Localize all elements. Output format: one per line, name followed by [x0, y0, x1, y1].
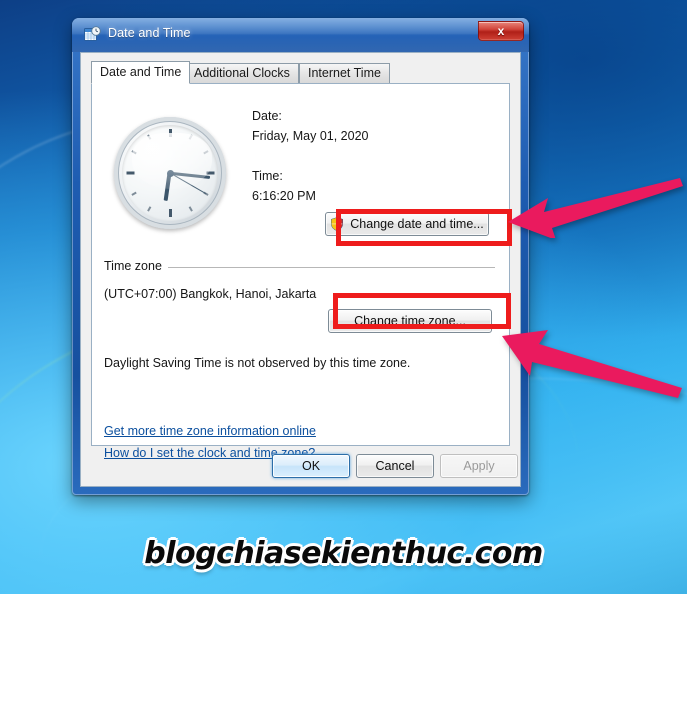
clock-tick: [203, 150, 209, 155]
daylight-saving-note: Daylight Saving Time is not observed by …: [104, 356, 411, 370]
dialog-client-area: Date and Time Additional Clocks Internet…: [80, 52, 521, 487]
site-watermark: blogchiasekienthuc.com: [144, 536, 543, 571]
time-label: Time:: [252, 169, 283, 183]
clock-tick: [188, 206, 193, 212]
clock-tick: [126, 171, 134, 175]
title-bar[interactable]: Date and Time x: [72, 18, 529, 52]
time-zone-value: (UTC+07:00) Bangkok, Hanoi, Jakarta: [104, 287, 317, 301]
change-time-zone-button[interactable]: Change time zone...: [328, 309, 492, 333]
close-icon: x: [497, 24, 505, 38]
tab-strip: Date and Time Additional Clocks Internet…: [91, 61, 510, 84]
clock-tick: [168, 209, 172, 217]
cancel-button[interactable]: Cancel: [356, 454, 434, 478]
analog-clock: [114, 117, 226, 229]
date-and-time-dialog: Date and Time x Date and Time Additional…: [72, 18, 529, 495]
change-date-and-time-button[interactable]: Change date and time...: [325, 212, 489, 236]
change-time-zone-button-label: Change time zone...: [354, 314, 466, 328]
window-title: Date and Time: [108, 26, 191, 40]
time-zone-group-label: Time zone: [104, 259, 168, 273]
clock-tick: [168, 129, 172, 137]
clock-face: [122, 125, 218, 221]
clock-tick: [147, 206, 152, 212]
clock-hour-hand: [164, 172, 172, 201]
clock-tick: [147, 134, 152, 140]
dialog-button-bar: OK Cancel Apply: [81, 446, 520, 486]
clock-tick: [131, 150, 137, 155]
uac-shield-icon: [331, 217, 344, 231]
cancel-button-label: Cancel: [375, 459, 415, 473]
clock-tick: [131, 191, 137, 196]
tab-date-and-time[interactable]: Date and Time: [91, 61, 191, 84]
close-button[interactable]: x: [478, 21, 524, 41]
clock-glass-reflection: [132, 133, 212, 189]
clock-tick: [188, 134, 193, 140]
clock-tick: [206, 171, 214, 175]
date-label: Date:: [252, 109, 282, 123]
time-value: 6:16:20 PM: [252, 189, 316, 203]
clock-center-cap: [166, 169, 174, 177]
apply-button-label: Apply: [463, 459, 495, 473]
date-and-time-tab-panel: Date: Friday, May 01, 2020 Time: 6:16:20…: [91, 83, 510, 460]
date-time-calendar-clock-icon: [84, 26, 101, 41]
link-get-more-time-zone-information[interactable]: Get more time zone information online: [104, 424, 316, 438]
change-date-and-time-button-label: Change date and time...: [350, 217, 484, 231]
ok-button-label: OK: [301, 459, 321, 473]
date-value: Friday, May 01, 2020: [252, 129, 369, 143]
apply-button: Apply: [440, 454, 518, 478]
tab-additional-clocks[interactable]: Additional Clocks: [185, 63, 299, 83]
ok-button[interactable]: OK: [272, 454, 350, 478]
tab-internet-time[interactable]: Internet Time: [299, 63, 390, 83]
